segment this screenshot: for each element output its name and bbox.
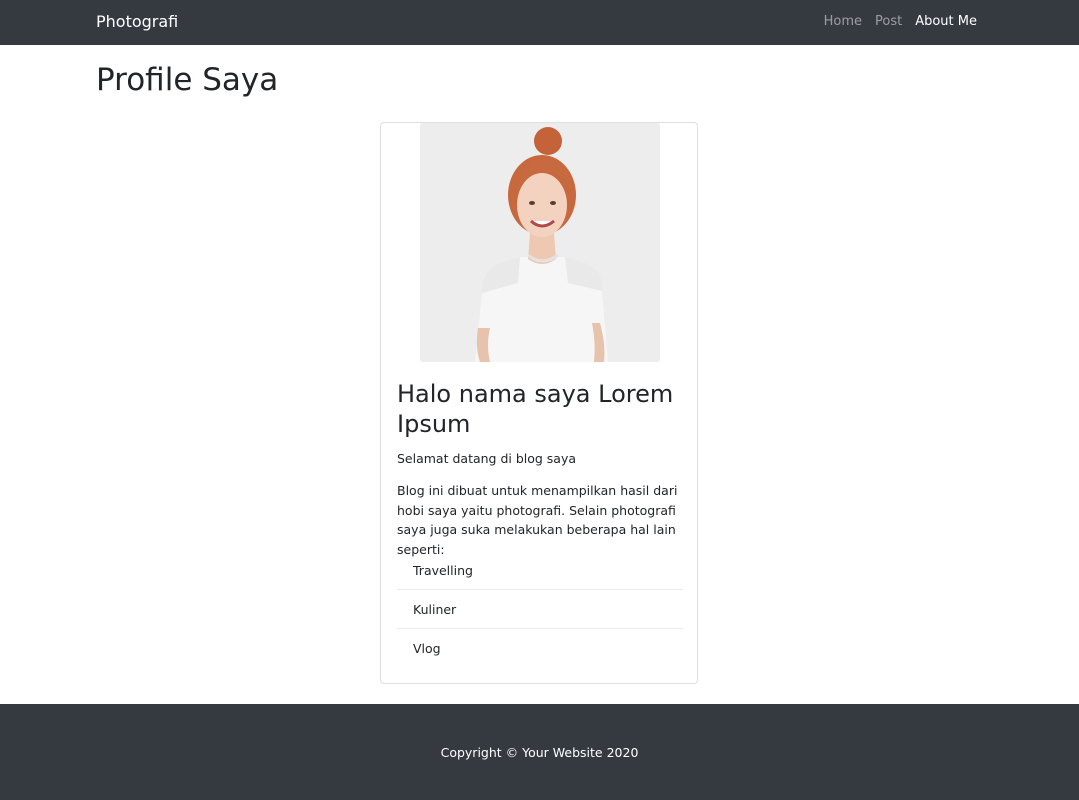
list-item: Vlog [413,641,441,656]
profile-photo [420,123,660,362]
nav-link-about-me[interactable]: About Me [915,14,977,29]
page-title: Profile Saya [96,62,279,98]
card-description: Blog ini dibuat untuk menampilkan hasil … [397,483,678,557]
hobby-list: Travelling Kuliner Vlog [397,551,683,668]
list-item: Kuliner [397,590,683,629]
card-subtitle: Selamat datang di blog saya [397,451,577,466]
nav-link-home[interactable]: Home [824,14,862,29]
top-navbar: Photografi Home Post About Me [0,0,1079,45]
nav-link-post[interactable]: Post [875,14,902,29]
nav-links: Home Post About Me [811,14,977,29]
list-item: Travelling [397,551,683,590]
footer: Copyright © Your Website 2020 [0,704,1079,800]
copyright-text: Copyright © Your Website 2020 [440,745,639,760]
brand-link[interactable]: Photografi [96,12,178,31]
profile-photo-illustration [420,123,660,362]
profile-card: Halo nama saya Lorem Ipsum Selamat datan… [380,122,698,684]
card-title: Halo nama saya Lorem Ipsum [397,380,674,438]
